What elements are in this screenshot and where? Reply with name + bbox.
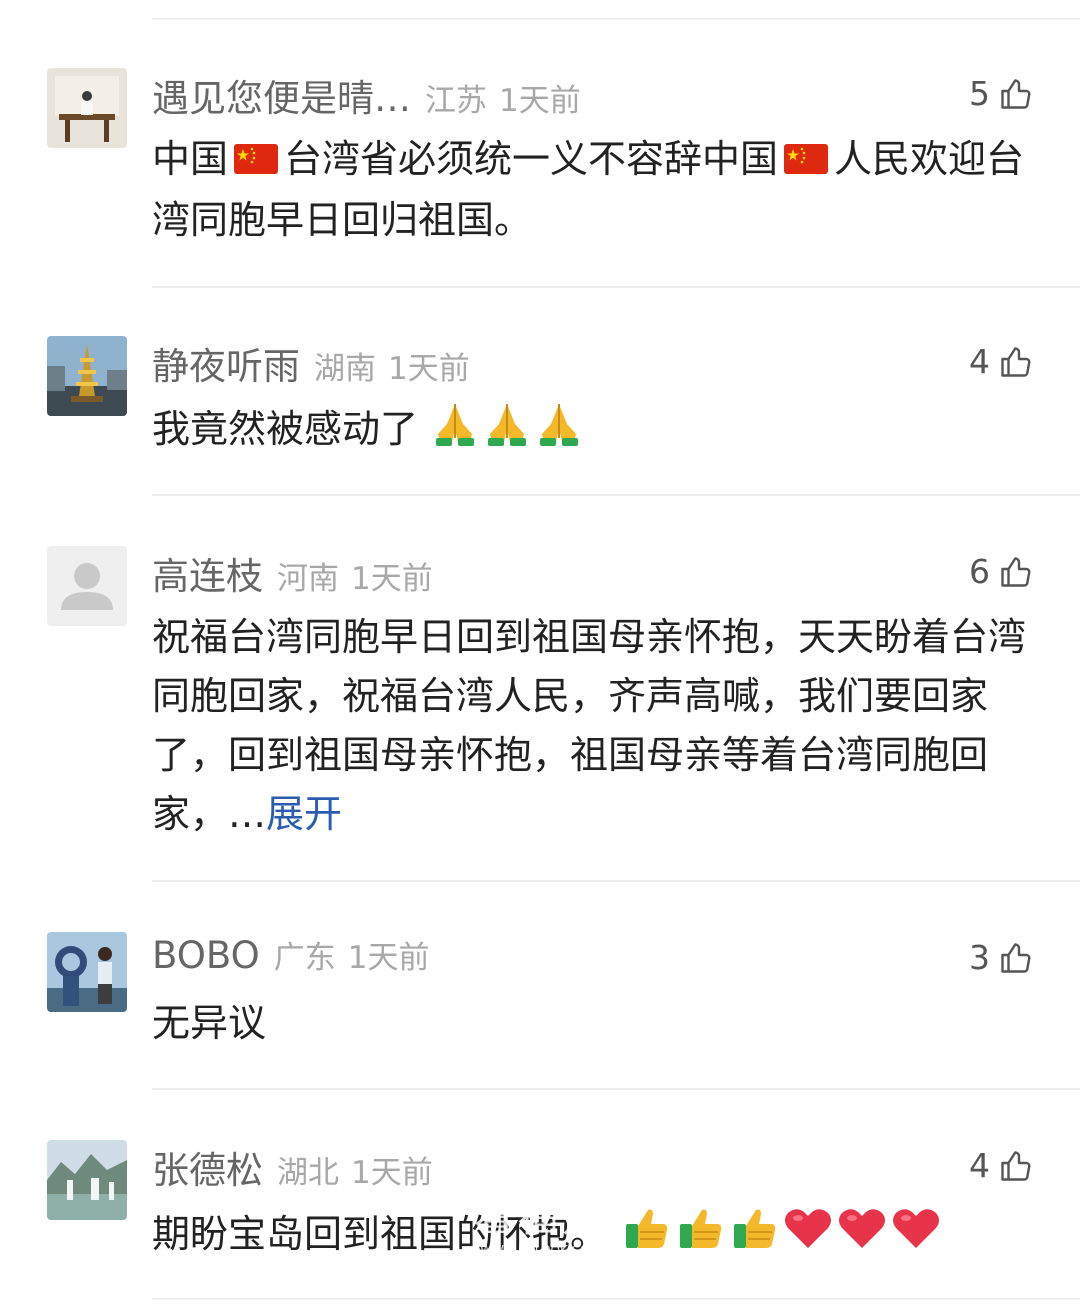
username[interactable]: 张德松: [152, 1140, 263, 1194]
red-heart-emoji: [782, 1202, 834, 1271]
like-button[interactable]: 3: [969, 938, 1034, 977]
comment-header: 高连枝 河南 1天前: [152, 546, 433, 600]
folded-hands-emoji: [482, 398, 532, 465]
timestamp: 1天前: [499, 83, 581, 119]
thumbs-up-outline-icon[interactable]: [998, 1148, 1034, 1184]
comment-divider: [152, 1088, 1080, 1090]
comment-text-part: 台湾省必须统一义不容辞中国: [284, 137, 779, 181]
username[interactable]: 静夜听雨: [152, 336, 300, 390]
china-flag-emoji: [784, 132, 829, 191]
comment-text: 我竟然被感动了: [152, 398, 1042, 465]
like-count: 4: [969, 1146, 990, 1185]
comment-text-part: 期盼宝岛回到祖国的怀抱。: [152, 1212, 609, 1256]
like-count: 6: [969, 552, 990, 591]
thumbs-up-outline-icon[interactable]: [998, 940, 1034, 976]
comment-text: 中国 台湾省必须统一义不容辞中国 人民欢迎台湾同胞早日回归祖国。: [152, 130, 1042, 250]
comment-divider: [152, 880, 1080, 882]
like-count: 5: [969, 74, 990, 113]
folded-hands-emoji: [534, 398, 584, 465]
username[interactable]: 遇见您便是晴…: [152, 68, 411, 122]
comment-text-part: 无异议: [152, 1001, 267, 1045]
comment-header: 遇见您便是晴… 江苏 1天前: [152, 68, 581, 122]
timestamp: 1天前: [351, 1155, 433, 1191]
expand-link[interactable]: 展开: [266, 792, 342, 836]
like-button[interactable]: 4: [969, 342, 1034, 381]
comment-text: 期盼宝岛回到祖国的怀抱。: [152, 1202, 1042, 1271]
avatar[interactable]: [47, 336, 127, 416]
avatar[interactable]: [47, 68, 127, 148]
comment-text: 无异议: [152, 994, 1042, 1053]
comment-text: 祝福台湾同胞早日回到祖国母亲怀抱，天天盼着台湾同胞回家，祝福台湾人民，齐声高喊，…: [152, 608, 1042, 844]
thumbs-up-outline-icon[interactable]: [998, 554, 1034, 590]
timestamp: 1天前: [388, 351, 470, 387]
timestamp: 1天前: [351, 561, 433, 597]
thumbs-up-emoji: [620, 1202, 672, 1271]
red-heart-emoji: [836, 1202, 888, 1271]
avatar[interactable]: [47, 932, 127, 1012]
thumbs-up-emoji: [674, 1202, 726, 1271]
like-button[interactable]: 5: [969, 74, 1034, 113]
username[interactable]: 高连枝: [152, 546, 263, 600]
thumbs-up-outline-icon[interactable]: [998, 344, 1034, 380]
region-label: 江苏: [425, 83, 487, 119]
timestamp: 1天前: [347, 940, 430, 976]
comment-text-part: 我竟然被感动了: [152, 407, 419, 451]
comment-divider: [152, 494, 1080, 496]
like-count: 3: [969, 938, 990, 977]
thumbs-up-outline-icon[interactable]: [998, 76, 1034, 112]
comment-header: 静夜听雨 湖南 1天前: [152, 336, 470, 390]
comment-divider: [152, 286, 1080, 288]
comment-text-part: 中国: [152, 137, 229, 181]
folded-hands-emoji: [430, 398, 480, 465]
china-flag-emoji: [234, 132, 279, 191]
bottom-divider: [152, 1298, 1080, 1300]
like-button[interactable]: 6: [969, 552, 1034, 591]
region-label: 湖南: [314, 351, 376, 387]
comment-header: BOBO 广东 1天前: [152, 932, 429, 986]
region-label: 河南: [277, 561, 339, 597]
like-button[interactable]: 4: [969, 1146, 1034, 1185]
region-label: 湖北: [277, 1155, 339, 1191]
like-count: 4: [969, 342, 990, 381]
avatar[interactable]: [47, 546, 127, 626]
comment-header: 张德松 湖北 1天前: [152, 1140, 433, 1194]
thumbs-up-emoji: [728, 1202, 780, 1271]
avatar[interactable]: [47, 1140, 127, 1220]
username[interactable]: BOBO: [152, 934, 260, 977]
region-label: 广东: [273, 940, 336, 976]
red-heart-emoji: [890, 1202, 942, 1271]
top-divider: [152, 18, 1080, 20]
